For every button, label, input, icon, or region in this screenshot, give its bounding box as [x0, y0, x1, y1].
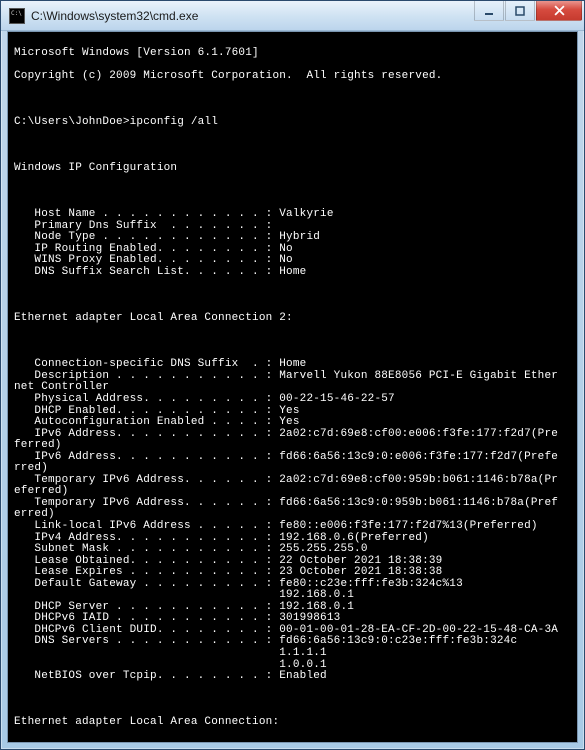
output-line: Temporary IPv6 Address. . . . . . : fd66…: [14, 498, 571, 510]
output-line: ferred): [14, 440, 571, 452]
section-header: Windows IP Configuration: [14, 163, 571, 175]
window-title: C:\Windows\system32\cmd.exe: [31, 9, 474, 23]
output-blank: [14, 94, 571, 106]
cmd-icon: [9, 8, 25, 24]
maximize-icon: [515, 6, 525, 16]
output-line: Link-local IPv6 Address . . . . . : fe80…: [14, 521, 571, 533]
close-icon: [554, 5, 565, 16]
output-blank: [14, 140, 571, 152]
close-button[interactable]: [536, 1, 582, 21]
window-controls: [474, 1, 582, 21]
output-line: DNS Suffix Search List. . . . . . : Home: [14, 267, 571, 279]
output-line: Autoconfiguration Enabled . . . . : Yes: [14, 417, 571, 429]
output-blank: [14, 740, 571, 743]
output-line: Subnet Mask . . . . . . . . . . . : 255.…: [14, 544, 571, 556]
output-blank: [14, 694, 571, 706]
minimize-button[interactable]: [474, 1, 504, 21]
maximize-button[interactable]: [505, 1, 535, 21]
console-output[interactable]: Microsoft Windows [Version 6.1.7601] Cop…: [7, 31, 578, 743]
output-line: Physical Address. . . . . . . . . : 00-2…: [14, 394, 571, 406]
output-blank: [14, 290, 571, 302]
minimize-icon: [484, 6, 494, 16]
output-line: NetBIOS over Tcpip. . . . . . . . : Enab…: [14, 671, 571, 683]
output-blank: [14, 336, 571, 348]
output-line: Temporary IPv6 Address. . . . . . : 2a02…: [14, 475, 571, 487]
prompt-line: C:\Users\JohnDoe>ipconfig /all: [14, 117, 571, 129]
titlebar[interactable]: C:\Windows\system32\cmd.exe: [1, 1, 584, 31]
output-line: Lease Expires . . . . . . . . . . : 23 O…: [14, 567, 571, 579]
output-line: IPv6 Address. . . . . . . . . . . : 2a02…: [14, 429, 571, 441]
output-line: Microsoft Windows [Version 6.1.7601]: [14, 48, 571, 60]
output-line: 1.1.1.1: [14, 648, 571, 660]
section-header: Ethernet adapter Local Area Connection:: [14, 717, 571, 729]
section-header: Ethernet adapter Local Area Connection 2…: [14, 313, 571, 325]
output-blank: [14, 186, 571, 198]
command-prompt-window: C:\Windows\system32\cmd.exe Microsoft Wi…: [0, 0, 585, 750]
output-line: IPv6 Address. . . . . . . . . . . : fd66…: [14, 452, 571, 464]
output-line: Copyright (c) 2009 Microsoft Corporation…: [14, 71, 571, 83]
